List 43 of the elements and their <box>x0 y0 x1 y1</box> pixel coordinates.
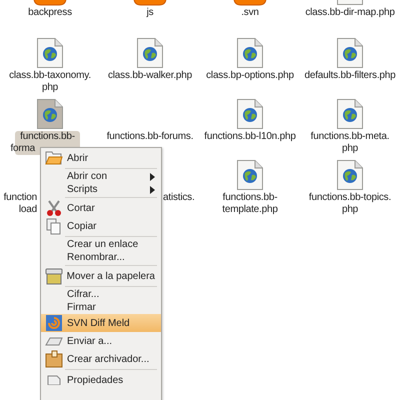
document-icon <box>47 375 61 385</box>
send-icon <box>45 335 63 347</box>
file-label[interactable]: class.bp-options.php <box>200 70 300 82</box>
copy-icon <box>46 218 62 234</box>
menu-item[interactable]: Cifrar... <box>41 288 161 301</box>
file-label[interactable]: backpress <box>0 7 100 19</box>
box-icon <box>45 350 63 368</box>
php-file-icon[interactable] <box>236 159 264 191</box>
php-file-icon[interactable] <box>136 37 164 69</box>
menu-item[interactable]: SVN Diff Meld <box>41 314 161 332</box>
menu-item[interactable]: Mover a la papelera <box>41 267 161 285</box>
php-file-icon[interactable] <box>336 98 364 130</box>
trash-icon <box>44 268 63 284</box>
menu-item[interactable]: Propiedades <box>41 371 161 389</box>
menu-item[interactable]: Cortar <box>41 199 161 217</box>
menu-item[interactable]: Crear un enlace <box>41 238 161 251</box>
menu-item[interactable]: Crear archivador... <box>41 350 161 368</box>
menu-item[interactable]: Abrir con <box>41 170 161 183</box>
menu-item[interactable]: Renombrar... <box>41 251 161 264</box>
php-file-icon[interactable] <box>36 37 64 69</box>
folder-icon <box>45 150 63 166</box>
file-label[interactable]: functions.bb- template.php <box>200 192 300 216</box>
file-label[interactable]: class.bb-walker.php <box>100 70 200 82</box>
php-file-icon[interactable] <box>236 98 264 130</box>
php-file-icon[interactable] <box>36 98 64 130</box>
php-file-icon[interactable] <box>336 37 364 69</box>
menu-item[interactable]: Scripts <box>41 183 161 196</box>
scissors-icon <box>45 200 63 216</box>
meld-icon <box>46 315 62 331</box>
file-label[interactable]: functions.bb-forums. <box>100 131 200 143</box>
menu-item[interactable]: Copiar <box>41 217 161 235</box>
file-label[interactable]: functions.bb-meta. php <box>300 131 400 155</box>
php-file-icon[interactable] <box>236 37 264 69</box>
file-label[interactable]: functions.bb-topics. php <box>300 192 400 216</box>
file-label[interactable]: functions.bb-l10n.php <box>200 131 300 143</box>
file-label[interactable]: defaults.bb-filters.php <box>300 70 400 82</box>
menu-item[interactable]: Firmar <box>41 301 161 314</box>
file-label[interactable]: class.bb-dir-map.php <box>300 7 400 19</box>
file-label[interactable]: js <box>100 7 200 19</box>
file-label[interactable]: .svn <box>200 7 300 19</box>
php-file-icon[interactable] <box>336 159 364 191</box>
file-label[interactable]: class.bb-taxonomy. php <box>0 70 100 94</box>
menu-item[interactable]: Enviar a... <box>41 332 161 350</box>
